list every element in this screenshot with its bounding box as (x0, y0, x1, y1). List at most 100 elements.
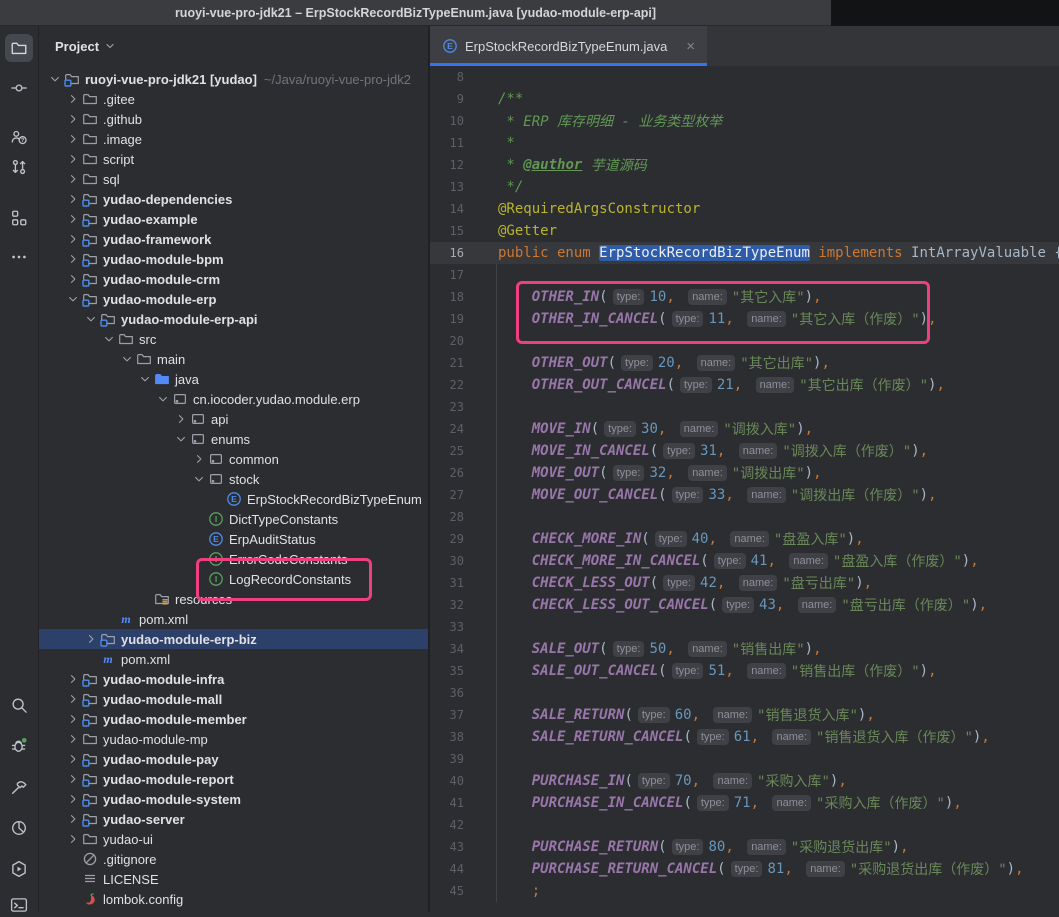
chevron-right-icon[interactable] (65, 171, 81, 187)
tree-item-.gitee[interactable]: .gitee (39, 89, 428, 109)
services-icon[interactable] (7, 857, 31, 881)
chevron-right-icon[interactable] (65, 731, 81, 747)
more-icon[interactable] (7, 245, 31, 269)
line-number[interactable]: 45 (430, 884, 464, 898)
tree-item-java[interactable]: java (39, 369, 428, 389)
line-number[interactable]: 17 (430, 268, 464, 282)
tree-item-yudao-server[interactable]: yudao-server (39, 809, 428, 829)
code-line-31[interactable]: 31 CHECK_LESS_OUT(type:42, name:"盘亏出库"), (430, 572, 1059, 594)
code-line-33[interactable]: 33 (430, 616, 1059, 638)
tree-item-yudao-dependencies[interactable]: yudao-dependencies (39, 189, 428, 209)
code-line-9[interactable]: 9/** (430, 88, 1059, 110)
tree-item-yudao-module-system[interactable]: yudao-module-system (39, 789, 428, 809)
code-line-40[interactable]: 40 PURCHASE_IN(type:70, name:"采购入库"), (430, 770, 1059, 792)
tree-item-yudao-module-mp[interactable]: yudao-module-mp (39, 729, 428, 749)
code-line-13[interactable]: 13 */ (430, 176, 1059, 198)
line-number[interactable]: 41 (430, 796, 464, 810)
tree-item-yudao-module-erp-api[interactable]: yudao-module-erp-api (39, 309, 428, 329)
chevron-down-icon[interactable] (191, 471, 207, 487)
chevron-right-icon[interactable] (65, 131, 81, 147)
code-line-10[interactable]: 10 * ERP 库存明细 - 业务类型枚举 (430, 110, 1059, 132)
line-number[interactable]: 44 (430, 862, 464, 876)
tree-item-ruoyi-vue-pro-jdk21-yudao-[interactable]: ruoyi-vue-pro-jdk21 [yudao]~/Java/ruoyi-… (39, 69, 428, 89)
tree-item-erpauditstatus[interactable]: EErpAuditStatus (39, 529, 428, 549)
tree-item-yudao-module-bpm[interactable]: yudao-module-bpm (39, 249, 428, 269)
line-number[interactable]: 39 (430, 752, 464, 766)
line-number[interactable]: 28 (430, 510, 464, 524)
line-number[interactable]: 42 (430, 818, 464, 832)
code-line-12[interactable]: 12 * @author 芋道源码 (430, 154, 1059, 176)
search-icon[interactable] (7, 693, 31, 717)
tree-item-script[interactable]: script (39, 149, 428, 169)
chevron-down-icon[interactable] (173, 431, 189, 447)
chevron-right-icon[interactable] (65, 211, 81, 227)
line-number[interactable]: 33 (430, 620, 464, 634)
tree-item-yudao-example[interactable]: yudao-example (39, 209, 428, 229)
commit-icon[interactable] (7, 76, 31, 100)
project-panel-header[interactable]: Project (55, 35, 116, 57)
tree-item-resources[interactable]: resources (39, 589, 428, 609)
code-line-44[interactable]: 44 PURCHASE_RETURN_CANCEL(type:81, name:… (430, 858, 1059, 880)
line-number[interactable]: 18 (430, 290, 464, 304)
line-number[interactable]: 22 (430, 378, 464, 392)
code-line-36[interactable]: 36 (430, 682, 1059, 704)
line-number[interactable]: 20 (430, 334, 464, 348)
version-control-icon[interactable] (7, 155, 31, 179)
line-number[interactable]: 23 (430, 400, 464, 414)
tree-item-yudao-module-report[interactable]: yudao-module-report (39, 769, 428, 789)
tree-item-common[interactable]: common (39, 449, 428, 469)
tree-item-yudao-module-infra[interactable]: yudao-module-infra (39, 669, 428, 689)
tree-item-stock[interactable]: stock (39, 469, 428, 489)
chevron-right-icon[interactable] (65, 151, 81, 167)
code-line-19[interactable]: 19 OTHER_IN_CANCEL(type:11, name:"其它入库（作… (430, 308, 1059, 330)
tree-item-.image[interactable]: .image (39, 129, 428, 149)
code-line-35[interactable]: 35 SALE_OUT_CANCEL(type:51, name:"销售出库（作… (430, 660, 1059, 682)
tree-item-yudao-module-pay[interactable]: yudao-module-pay (39, 749, 428, 769)
chevron-right-icon[interactable] (65, 811, 81, 827)
line-number[interactable]: 40 (430, 774, 464, 788)
chevron-down-icon[interactable] (65, 291, 81, 307)
chevron-right-icon[interactable] (65, 271, 81, 287)
tree-item-pom.xml[interactable]: mpom.xml (39, 649, 428, 669)
line-number[interactable]: 27 (430, 488, 464, 502)
code-line-24[interactable]: 24 MOVE_IN(type:30, name:"调拨入库"), (430, 418, 1059, 440)
tree-item-pom.xml[interactable]: mpom.xml (39, 609, 428, 629)
code-line-30[interactable]: 30 CHECK_MORE_IN_CANCEL(type:41, name:"盘… (430, 550, 1059, 572)
tree-item-sql[interactable]: sql (39, 169, 428, 189)
chevron-down-icon[interactable] (119, 351, 135, 367)
line-number[interactable]: 32 (430, 598, 464, 612)
chevron-right-icon[interactable] (65, 231, 81, 247)
line-number[interactable]: 34 (430, 642, 464, 656)
chevron-down-icon[interactable] (101, 331, 117, 347)
line-number[interactable]: 36 (430, 686, 464, 700)
line-number[interactable]: 10 (430, 114, 464, 128)
line-number[interactable]: 15 (430, 224, 464, 238)
code-line-17[interactable]: 17 (430, 264, 1059, 286)
code-line-43[interactable]: 43 PURCHASE_RETURN(type:80, name:"采购退货出库… (430, 836, 1059, 858)
line-number[interactable]: 37 (430, 708, 464, 722)
chevron-right-icon[interactable] (65, 791, 81, 807)
tree-item-yudao-module-erp-biz[interactable]: yudao-module-erp-biz (39, 629, 428, 649)
code-editor[interactable]: 89/**10 * ERP 库存明细 - 业务类型枚举11 *12 * @aut… (430, 66, 1059, 912)
tree-item-yudao-ui[interactable]: yudao-ui (39, 829, 428, 849)
code-line-25[interactable]: 25 MOVE_IN_CANCEL(type:31, name:"调拨入库（作废… (430, 440, 1059, 462)
code-line-39[interactable]: 39 (430, 748, 1059, 770)
close-tab-icon[interactable]: × (686, 39, 695, 54)
line-number[interactable]: 29 (430, 532, 464, 546)
tree-item-yudao-module-erp[interactable]: yudao-module-erp (39, 289, 428, 309)
tree-item-dicttypeconstants[interactable]: IDictTypeConstants (39, 509, 428, 529)
debug-icon[interactable] (7, 733, 31, 757)
editor-tab[interactable]: E ErpStockRecordBizTypeEnum.java × (430, 26, 707, 66)
code-line-8[interactable]: 8 (430, 66, 1059, 88)
code-line-28[interactable]: 28 (430, 506, 1059, 528)
code-line-23[interactable]: 23 (430, 396, 1059, 418)
code-line-27[interactable]: 27 MOVE_OUT_CANCEL(type:33, name:"调拨出库（作… (430, 484, 1059, 506)
chevron-right-icon[interactable] (65, 251, 81, 267)
line-number[interactable]: 13 (430, 180, 464, 194)
chevron-right-icon[interactable] (65, 711, 81, 727)
chevron-right-icon[interactable] (65, 191, 81, 207)
tree-item-src[interactable]: src (39, 329, 428, 349)
code-line-37[interactable]: 37 SALE_RETURN(type:60, name:"销售退货入库"), (430, 704, 1059, 726)
tree-item-yudao-module-mall[interactable]: yudao-module-mall (39, 689, 428, 709)
chevron-right-icon[interactable] (191, 451, 207, 467)
